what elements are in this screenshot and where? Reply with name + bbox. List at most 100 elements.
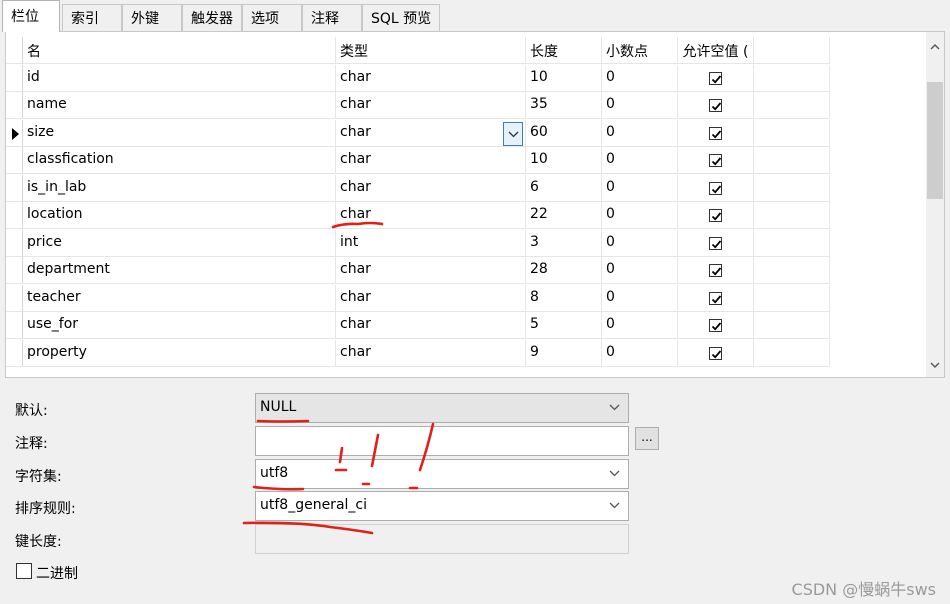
table-row[interactable]: location char 22 0 xyxy=(6,202,830,229)
row-indicator[interactable] xyxy=(6,202,23,229)
table-row[interactable]: is_in_lab char 6 0 xyxy=(6,174,830,202)
row-indicator[interactable] xyxy=(6,284,23,312)
field-type-cell[interactable]: char xyxy=(336,119,526,147)
allow-null-checkbox[interactable] xyxy=(709,346,722,360)
field-type-cell[interactable]: char xyxy=(336,312,526,339)
binary-label: 二进制 xyxy=(36,566,78,582)
field-decimals-cell[interactable]: 0 xyxy=(602,284,678,312)
tab-options[interactable]: 选项 xyxy=(242,4,302,31)
field-decimals-cell[interactable]: 0 xyxy=(602,312,678,339)
allow-null-cell xyxy=(678,257,754,284)
tab-comments[interactable]: 注释 xyxy=(302,4,362,31)
default-select[interactable]: NULL xyxy=(255,393,629,423)
field-decimals-cell[interactable]: 0 xyxy=(602,229,678,257)
allow-null-checkbox[interactable] xyxy=(709,181,722,195)
field-type-cell[interactable]: char xyxy=(336,284,526,312)
table-row[interactable]: property char 9 0 xyxy=(6,339,830,367)
table-row[interactable]: size char 60 0 xyxy=(6,119,830,147)
field-name-cell[interactable]: teacher xyxy=(23,284,336,312)
table-row[interactable]: use_for char 5 0 xyxy=(6,312,830,339)
field-name-cell[interactable]: size xyxy=(23,119,336,147)
field-length-cell[interactable]: 3 xyxy=(526,229,602,257)
field-decimals-cell[interactable]: 0 xyxy=(602,147,678,174)
field-name-cell[interactable]: name xyxy=(23,92,336,119)
field-decimals-cell[interactable]: 0 xyxy=(602,119,678,147)
field-length-cell[interactable]: 35 xyxy=(526,92,602,119)
field-decimals-cell[interactable]: 0 xyxy=(602,202,678,229)
allow-null-cell xyxy=(678,119,754,147)
field-length-cell[interactable]: 22 xyxy=(526,202,602,229)
field-type-cell[interactable]: char xyxy=(336,147,526,174)
scroll-thumb[interactable] xyxy=(927,82,943,199)
field-type-cell[interactable]: char xyxy=(336,257,526,284)
row-indicator[interactable] xyxy=(6,312,23,339)
row-indicator[interactable] xyxy=(6,119,23,147)
field-name-cell[interactable]: is_in_lab xyxy=(23,174,336,202)
scroll-down-icon[interactable] xyxy=(930,360,940,370)
tab-triggers[interactable]: 触发器 xyxy=(182,4,242,31)
field-type-cell[interactable]: char xyxy=(336,174,526,202)
field-decimals-cell[interactable]: 0 xyxy=(602,174,678,202)
allow-null-checkbox[interactable] xyxy=(709,209,722,222)
field-length-cell[interactable]: 10 xyxy=(526,147,602,174)
field-decimals-cell[interactable]: 0 xyxy=(602,64,678,92)
field-length-cell[interactable]: 9 xyxy=(526,339,602,367)
row-indicator[interactable] xyxy=(6,64,23,92)
row-indicator[interactable] xyxy=(6,147,23,174)
field-decimals-cell[interactable]: 0 xyxy=(602,92,678,119)
row-indicator[interactable] xyxy=(6,92,23,119)
field-name-cell[interactable]: id xyxy=(23,64,336,92)
field-name-cell[interactable]: property xyxy=(23,339,336,367)
field-length-cell[interactable]: 5 xyxy=(526,312,602,339)
binary-checkbox[interactable] xyxy=(16,563,32,579)
table-row[interactable]: name char 35 0 xyxy=(6,92,830,119)
tab-indexes[interactable]: 索引 xyxy=(62,4,122,31)
table-row[interactable]: id char 10 0 xyxy=(6,64,830,92)
row-indicator[interactable] xyxy=(6,174,23,202)
tab-foreign-keys[interactable]: 外键 xyxy=(122,4,182,31)
tab-columns[interactable]: 栏位 xyxy=(2,0,60,32)
field-type-cell[interactable]: char xyxy=(336,339,526,367)
allow-null-checkbox[interactable] xyxy=(709,236,722,250)
field-length-cell[interactable]: 10 xyxy=(526,64,602,92)
field-decimals-cell[interactable]: 0 xyxy=(602,339,678,367)
allow-null-checkbox[interactable] xyxy=(709,99,722,112)
field-length-cell[interactable]: 6 xyxy=(526,174,602,202)
field-type-cell[interactable]: char xyxy=(336,92,526,119)
table-row[interactable]: price int 3 0 xyxy=(6,229,830,257)
header-length: 长度 xyxy=(526,37,602,64)
comment-input[interactable] xyxy=(255,426,629,456)
charset-select[interactable]: utf8 xyxy=(255,459,629,489)
table-row[interactable]: teacher char 8 0 xyxy=(6,284,830,312)
row-indicator[interactable] xyxy=(6,229,23,257)
field-type-cell[interactable]: int xyxy=(336,229,526,257)
allow-null-checkbox[interactable] xyxy=(709,264,722,277)
field-length-cell[interactable]: 28 xyxy=(526,257,602,284)
row-filler xyxy=(754,257,830,284)
field-length-cell[interactable]: 8 xyxy=(526,284,602,312)
field-length-cell[interactable]: 60 xyxy=(526,119,602,147)
field-name-cell[interactable]: department xyxy=(23,257,336,284)
tab-sql-preview[interactable]: SQL 预览 xyxy=(362,4,440,31)
field-type-cell[interactable]: char xyxy=(336,64,526,92)
field-name-cell[interactable]: use_for xyxy=(23,312,336,339)
allow-null-checkbox[interactable] xyxy=(709,71,722,85)
allow-null-checkbox[interactable] xyxy=(709,291,722,305)
type-dropdown-button[interactable] xyxy=(503,122,523,146)
row-indicator[interactable] xyxy=(6,257,23,284)
collation-select[interactable]: utf8_general_ci xyxy=(255,491,629,521)
allow-null-checkbox[interactable] xyxy=(709,319,722,332)
comment-edit-button[interactable]: ... xyxy=(635,427,659,450)
table-row[interactable]: department char 28 0 xyxy=(6,257,830,284)
field-name-cell[interactable]: location xyxy=(23,202,336,229)
allow-null-checkbox[interactable] xyxy=(709,126,722,140)
field-name-cell[interactable]: classfication xyxy=(23,147,336,174)
grid-scrollbar[interactable] xyxy=(926,32,944,377)
row-indicator[interactable] xyxy=(6,339,23,367)
field-decimals-cell[interactable]: 0 xyxy=(602,257,678,284)
scroll-up-icon[interactable] xyxy=(930,42,940,52)
table-row[interactable]: classfication char 10 0 xyxy=(6,147,830,174)
field-type-cell[interactable]: char xyxy=(336,202,526,229)
field-name-cell[interactable]: price xyxy=(23,229,336,257)
allow-null-checkbox[interactable] xyxy=(709,154,722,167)
